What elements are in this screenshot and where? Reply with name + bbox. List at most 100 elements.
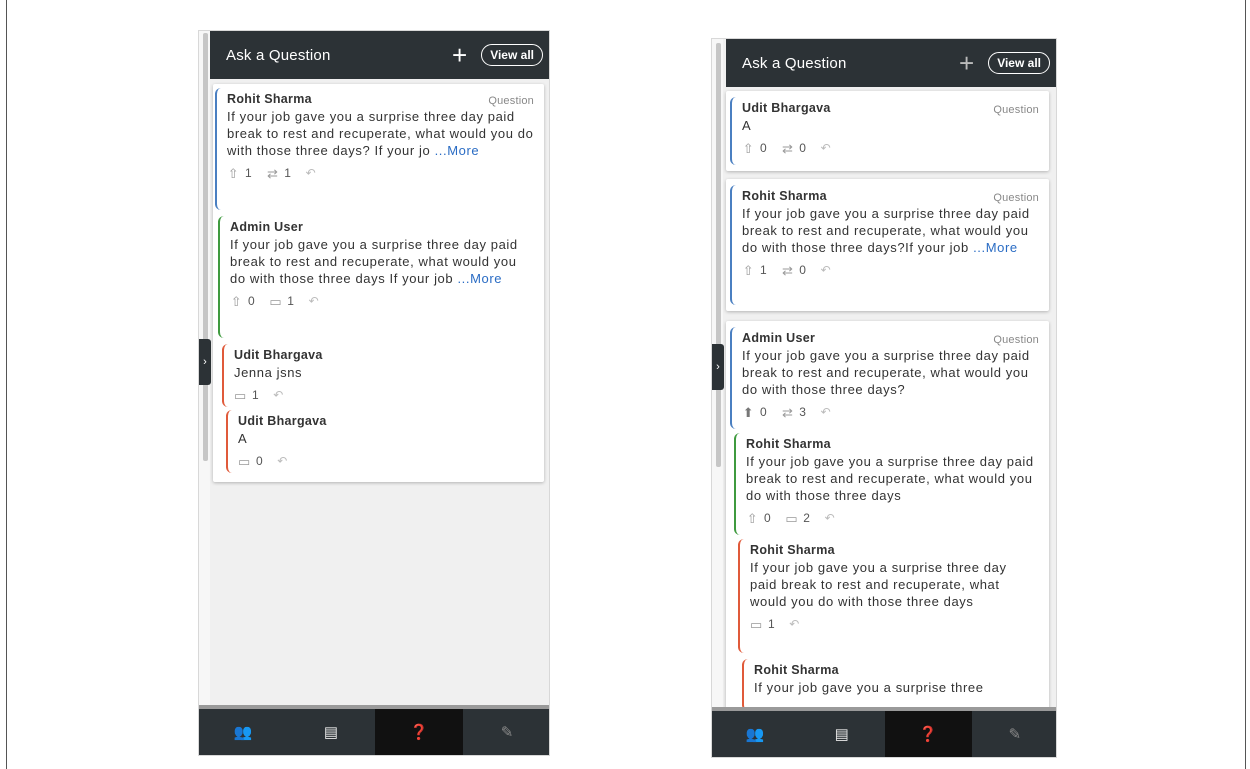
post-text: If your job gave you a surprise three <box>754 680 984 695</box>
chat-icon: ▤ <box>834 726 849 743</box>
post-item[interactable]: Rohit Sharma If your job gave you a surp… <box>734 433 1047 535</box>
post-item[interactable]: Admin User Question If your job gave you… <box>730 327 1047 429</box>
question-thread-card: Admin User Question If your job gave you… <box>726 321 1049 711</box>
post-item[interactable]: Rohit Sharma If your job gave you a surp… <box>742 659 1038 711</box>
view-all-button[interactable]: View all <box>481 44 543 66</box>
upvote-button[interactable]: ⇧ 0 <box>230 293 255 310</box>
post-item[interactable]: Udit Bhargava Jenna jsns ▭ 1 ↶ <box>222 344 542 407</box>
post-item[interactable]: Udit Bhargava Question A ⇧ 0 ⇄ 0 ↶ <box>730 97 1047 165</box>
tab-chat[interactable]: ▤ <box>287 709 375 755</box>
post-type-badge: Question <box>993 192 1039 204</box>
repost-count: 0 <box>799 262 807 277</box>
post-type-badge: Question <box>993 104 1039 116</box>
post-item[interactable]: Admin User If your job gave you a surpri… <box>218 216 542 338</box>
reply-icon[interactable]: ↶ <box>821 140 832 157</box>
tab-chat[interactable]: ▤ <box>799 711 886 757</box>
post-author: Rohit Sharma <box>750 543 835 557</box>
post-text: Jenna jsns <box>234 365 303 380</box>
post-actions: ⇧ 1 ⇄ 0 ↶ <box>742 261 1041 279</box>
comment-button[interactable]: ▭ 0 <box>238 453 263 470</box>
post-text: If your job gave you a surprise three da… <box>750 560 1007 609</box>
reply-icon[interactable]: ↶ <box>821 262 832 279</box>
add-question-icon[interactable]: + <box>452 42 467 68</box>
tab-qa[interactable]: ❓ <box>885 711 972 757</box>
upvote-button[interactable]: ⇧ 0 <box>746 510 771 527</box>
people-icon: 👥 <box>745 726 765 743</box>
comment-icon: ▭ <box>785 510 799 526</box>
tab-qa[interactable]: ❓ <box>375 709 463 755</box>
scrollbar-thumb[interactable] <box>203 33 208 461</box>
post-author: Rohit Sharma <box>754 663 839 677</box>
repost-icon: ⇄ <box>782 262 794 278</box>
reply-icon[interactable]: ↶ <box>825 510 836 527</box>
panel-header: Ask a Question + View all <box>210 31 549 79</box>
tab-edit[interactable]: ✎ <box>972 711 1057 757</box>
upvote-count: 1 <box>245 165 253 180</box>
comment-button[interactable]: ▭ 1 <box>750 616 775 633</box>
reply-icon[interactable]: ↶ <box>309 293 320 310</box>
repost-button[interactable]: ⇄ 1 <box>266 165 291 182</box>
repost-count: 3 <box>799 404 807 419</box>
view-all-button[interactable]: View all <box>988 52 1050 74</box>
repost-icon: ⇄ <box>267 165 279 181</box>
comment-icon: ▭ <box>234 387 247 403</box>
upvote-button[interactable]: ⇧ 0 <box>742 140 767 157</box>
comment-icon: ▭ <box>238 453 251 469</box>
comment-count: 1 <box>252 387 260 402</box>
post-text: A <box>742 118 752 133</box>
post-item[interactable]: Rohit Sharma Question If your job gave y… <box>730 185 1047 305</box>
upvote-button[interactable]: ⬆ 0 <box>742 404 767 421</box>
upvote-icon: ⇧ <box>746 510 759 526</box>
tab-people[interactable]: 👥 <box>712 711 799 757</box>
tab-people[interactable]: 👥 <box>199 709 287 755</box>
expand-toggle[interactable]: › <box>712 344 724 390</box>
post-actions: ⇧ 0 ▭ 2 ↶ <box>746 509 1041 527</box>
header-title: Ask a Question <box>226 46 331 64</box>
more-link[interactable]: ...More <box>435 143 480 158</box>
upvote-icon: ⇧ <box>227 165 240 181</box>
repost-button[interactable]: ⇄ 0 <box>781 140 806 157</box>
post-type-badge: Question <box>993 334 1039 346</box>
post-item[interactable]: Udit Bhargava A ▭ 0 ↶ <box>226 410 542 473</box>
question-card: Rohit Sharma Question If your job gave y… <box>726 179 1049 311</box>
reply-icon[interactable]: ↶ <box>821 404 832 421</box>
tab-edit[interactable]: ✎ <box>463 709 549 755</box>
reply-icon[interactable]: ↶ <box>273 387 284 404</box>
scrollbar-thumb[interactable] <box>716 43 721 467</box>
repost-button[interactable]: ⇄ 0 <box>781 262 806 279</box>
repost-icon: ⇄ <box>782 404 794 420</box>
upvote-icon: ⇧ <box>742 262 755 278</box>
comment-count: 1 <box>768 616 776 631</box>
reply-icon[interactable]: ↶ <box>789 616 800 633</box>
post-item[interactable]: Rohit Sharma If your job gave you a surp… <box>738 539 1038 653</box>
post-text: If your job gave you a surprise three da… <box>742 348 1030 397</box>
upvote-count: 0 <box>760 140 768 155</box>
repost-count: 1 <box>284 165 292 180</box>
upvote-button[interactable]: ⇧ 1 <box>227 165 252 182</box>
post-actions: ⬆ 0 ⇄ 3 ↶ <box>742 403 1041 421</box>
scrollbar[interactable] <box>199 31 210 755</box>
more-link[interactable]: ...More <box>457 271 502 286</box>
comment-button[interactable]: ▭ 1 <box>234 387 259 404</box>
post-actions: ⇧ 0 ⇄ 0 ↶ <box>742 139 1041 157</box>
post-text: If your job gave you a surprise three da… <box>742 206 1030 255</box>
more-link[interactable]: ...More <box>973 240 1018 255</box>
repost-button[interactable]: ⇄ 3 <box>781 404 806 421</box>
post-item[interactable]: Rohit Sharma Question If your job gave y… <box>215 88 542 210</box>
expand-toggle[interactable]: › <box>199 339 211 385</box>
comment-button[interactable]: ▭ 1 <box>269 293 294 310</box>
comment-button[interactable]: ▭ 2 <box>785 510 810 527</box>
upvote-icon: ⇧ <box>230 293 243 309</box>
edit-icon: ✎ <box>500 724 514 741</box>
qa-panel-left: Ask a Question + View all › Rohit Sharma… <box>198 30 550 756</box>
reply-icon[interactable]: ↶ <box>277 453 288 470</box>
scrollbar[interactable] <box>712 39 723 757</box>
people-icon: 👥 <box>233 724 253 741</box>
post-author: Udit Bhargava <box>238 414 327 428</box>
post-text: If your job gave you a surprise three da… <box>230 237 518 286</box>
reply-icon[interactable]: ↶ <box>306 165 317 182</box>
question-card: Udit Bhargava Question A ⇧ 0 ⇄ 0 ↶ <box>726 91 1049 171</box>
qa-icon: ❓ <box>409 724 429 741</box>
upvote-button[interactable]: ⇧ 1 <box>742 262 767 279</box>
add-question-icon[interactable]: + <box>959 50 974 76</box>
